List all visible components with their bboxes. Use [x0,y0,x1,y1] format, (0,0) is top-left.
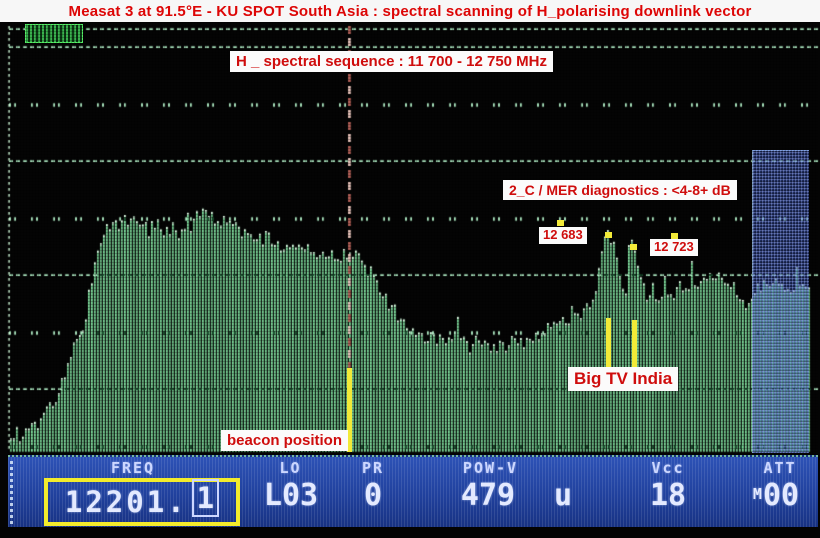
vcc-value: 18 [626,478,710,513]
freq-marker-label-12723: 12 723 [650,239,698,256]
readout-bar: FREQ 12201. 1 LO L03 PR 0 POW-V 479 u Vc… [8,455,818,529]
att-mode-prefix: M [753,485,762,503]
pr-value: 0 [348,478,398,513]
lo-field-label: LO [253,459,328,477]
pow-unit: u [543,478,583,513]
freq-field-label: FREQ [68,459,198,477]
spectral-sequence-label: H _ spectral sequence : 11 700 - 12 750 … [230,51,553,72]
freq-value-box[interactable]: 12201. 1 [44,478,240,526]
att-field-label: ATT [738,459,820,477]
bottom-margin [0,527,820,538]
signal-level-indicator [25,24,83,43]
pr-field-label: PR [348,459,398,477]
freq-marker-label-12683: 12 683 [539,227,587,244]
freq-cursor-digit: 1 [192,479,219,517]
peak-marker-square [605,232,612,238]
peak-marker-square [630,244,637,250]
carrier-marker-line [632,320,637,371]
beacon-position-label: beacon position [221,430,348,451]
att-value: M00 [730,478,820,513]
big-tv-india-label: Big TV India [568,367,678,391]
pow-field-label: POW-V [438,459,543,477]
title-bar: Measat 3 at 91.5°E - KU SPOT South Asia … [0,0,820,22]
lo-value: L03 [246,478,336,513]
satellite-meter-screen: Measat 3 at 91.5°E - KU SPOT South Asia … [0,0,820,538]
carrier-marker-line [606,318,611,371]
vcc-field-label: Vcc [626,459,710,477]
att-number: 00 [763,478,799,513]
freq-value: 12201. [65,485,188,519]
pow-value: 479 [433,478,543,513]
marker-band [752,150,809,453]
mer-diagnostics-label: 2_C / MER diagnostics : <4-8+ dB [503,180,737,200]
left-edge-dots [10,458,13,524]
page-title: Measat 3 at 91.5°E - KU SPOT South Asia … [69,3,752,20]
peak-marker-square [557,220,564,226]
